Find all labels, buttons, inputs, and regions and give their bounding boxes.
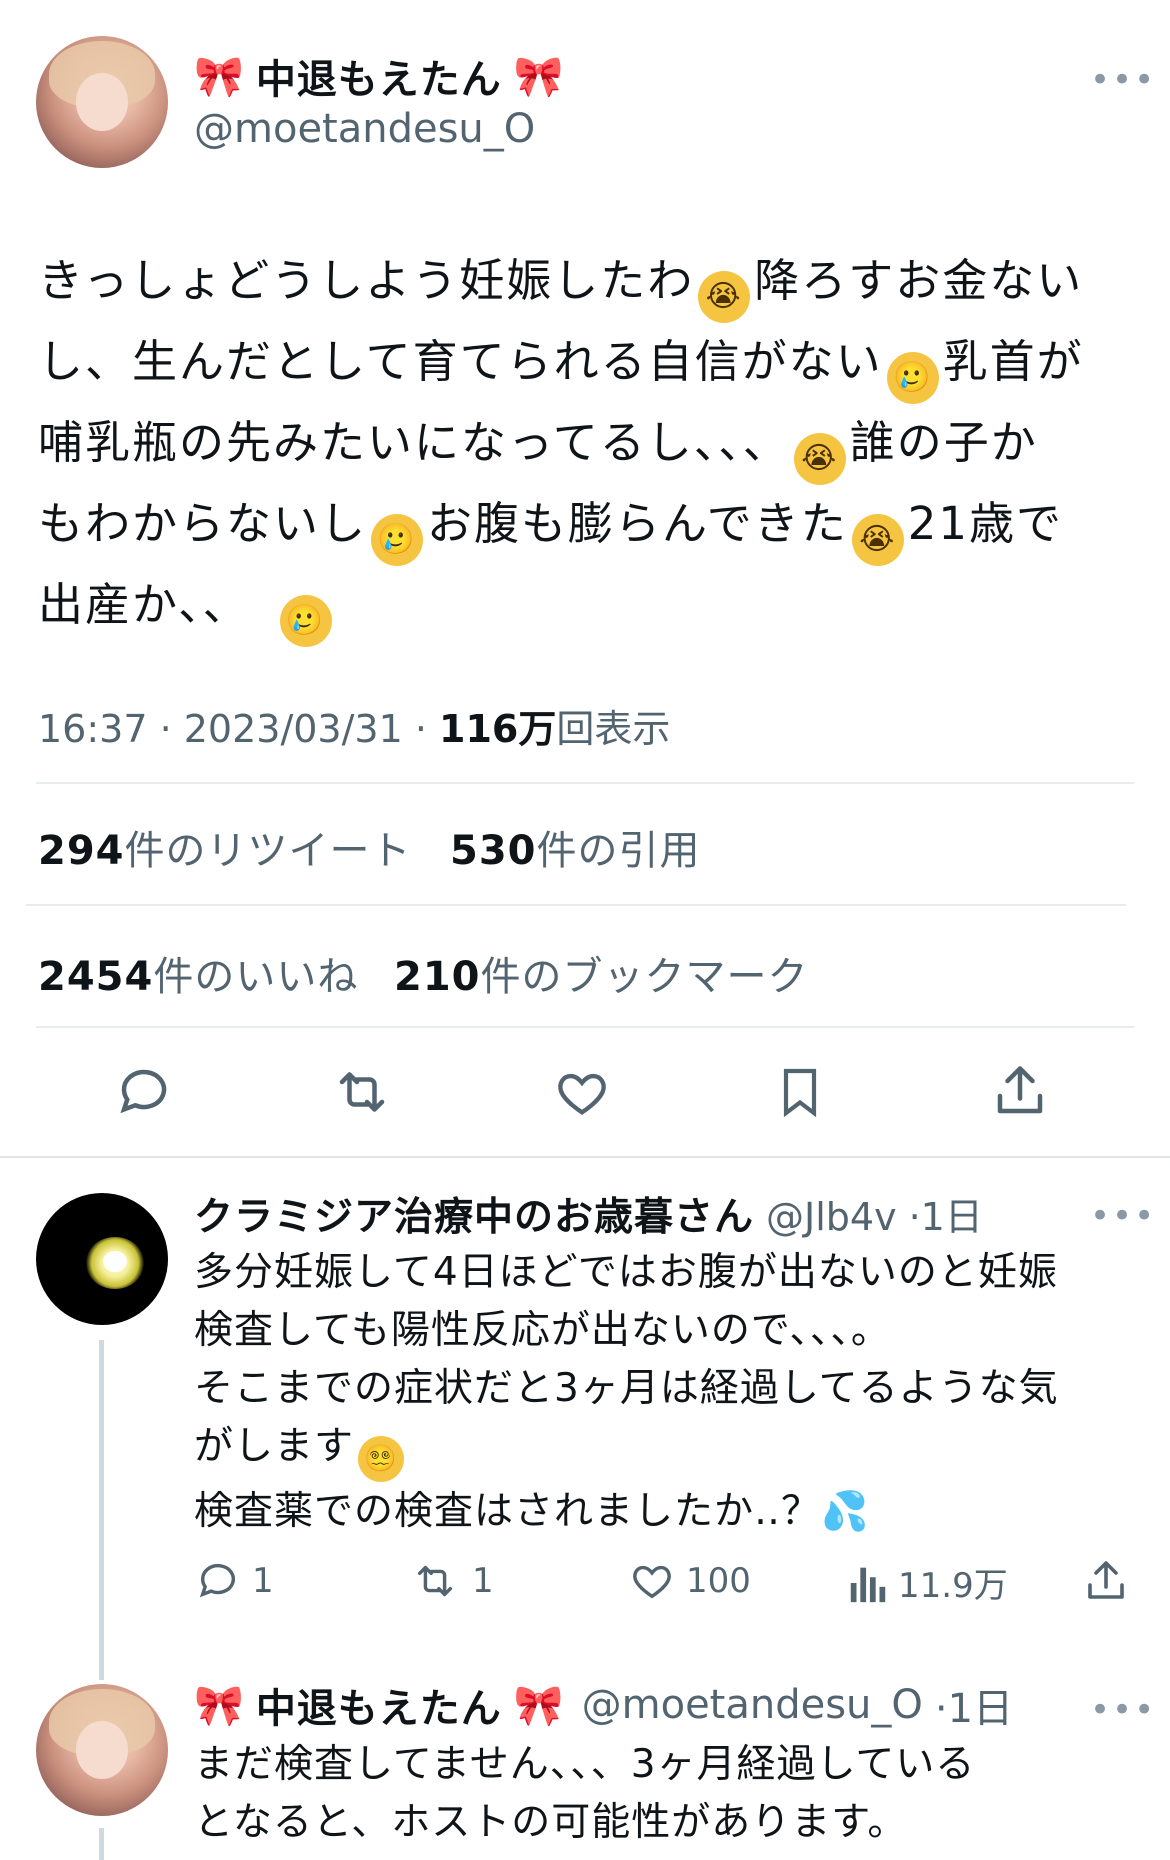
reply-count: 1 bbox=[252, 1561, 274, 1601]
reply2-time[interactable]: ·1日 bbox=[935, 1676, 1013, 1734]
ribbon-icon: 🎀 bbox=[513, 1682, 564, 1729]
holding-tears-emoji-icon: 🥲 bbox=[886, 352, 939, 404]
reply-line: 検査薬での検査はされましたか‥？💦 bbox=[194, 1489, 870, 1534]
reply-line: まだ検査してません、、、3ヶ月経過している bbox=[194, 1742, 976, 1787]
reply-icon bbox=[199, 1563, 236, 1598]
reply-retweet-button[interactable]: 1 bbox=[408, 1558, 494, 1604]
loud-crying-emoji-icon: 😭 bbox=[851, 514, 904, 566]
divider bbox=[36, 1026, 1134, 1028]
reply-reply-button[interactable]: 1 bbox=[194, 1558, 274, 1604]
tweet-line: もわからないし 🥲 お腹も膨らんできた 😭 21歳で bbox=[38, 485, 1138, 566]
tweet-line: 哺乳瓶の先みたいになってるし、、、 😭 誰の子か bbox=[38, 404, 1138, 485]
more-options-button[interactable]: ••• bbox=[1090, 1690, 1156, 1730]
author-name[interactable]: 中退もえたん bbox=[256, 47, 502, 105]
sweat-droplets-emoji-icon: 💦 bbox=[821, 1489, 870, 1533]
tweet-line: きっしょどうしよう妊娠したわ 😭 降ろすお金ない bbox=[38, 242, 1138, 323]
retweet-icon[interactable] bbox=[330, 1062, 394, 1122]
reply-line: がします 😵‍💫 bbox=[194, 1418, 1154, 1482]
author-name-row[interactable]: 🎀 中退もえたん 🎀 bbox=[194, 48, 564, 104]
section-divider bbox=[0, 1156, 1170, 1158]
reply-line: そこまでの症状だと3ヶ月は経過してるような気 bbox=[194, 1366, 1059, 1411]
more-options-button[interactable]: ••• bbox=[1090, 1196, 1156, 1236]
reply-body: 多分妊娠して4日ほどではお腹が出ないのと妊娠 検査しても陽性反応が出ないので、、… bbox=[194, 1244, 1154, 1541]
reply2-author-avatar[interactable] bbox=[36, 1684, 168, 1816]
like-icon[interactable] bbox=[552, 1064, 612, 1122]
timestamp-text[interactable]: 16:37 · 2023/03/31 · bbox=[38, 707, 439, 751]
bookmarks-stat[interactable]: 210件のブックマーク bbox=[394, 944, 809, 1002]
reply-share-button[interactable] bbox=[1082, 1556, 1130, 1606]
holding-tears-emoji-icon: 🥲 bbox=[279, 595, 332, 647]
reply2-author-handle[interactable]: @moetandesu_O bbox=[582, 1682, 923, 1728]
tweet-line: し、生んだとして育てられる自信がない 🥲 乳首が bbox=[38, 323, 1138, 404]
reply-author-avatar[interactable] bbox=[36, 1193, 168, 1325]
loud-crying-emoji-icon: 😭 bbox=[698, 271, 751, 323]
author-handle[interactable]: @moetandesu_O bbox=[194, 106, 535, 152]
reply-views-button[interactable]: 11.9万 bbox=[848, 1558, 1008, 1607]
views-label: 回表示 bbox=[556, 707, 671, 751]
reply-line: となると、ホストの可能性があります。 bbox=[194, 1800, 908, 1845]
share-icon[interactable] bbox=[990, 1060, 1050, 1122]
views-count: 11.9万 bbox=[898, 1566, 1008, 1606]
like-count: 100 bbox=[686, 1561, 751, 1601]
tweet-body: きっしょどうしよう妊娠したわ 😭 降ろすお金ない し、生んだとして育てられる自信がな… bbox=[38, 242, 1138, 647]
ribbon-icon: 🎀 bbox=[513, 53, 564, 100]
share-icon bbox=[1088, 1561, 1124, 1599]
dizzy-face-emoji-icon: 😵‍💫 bbox=[358, 1436, 405, 1482]
like-icon bbox=[633, 1565, 671, 1599]
ribbon-icon: 🎀 bbox=[194, 53, 244, 100]
reply2-body: まだ検査してません、、、3ヶ月経過している となると、ホストの可能性があります。 bbox=[194, 1736, 1154, 1852]
bookmark-icon[interactable] bbox=[772, 1060, 828, 1124]
loud-crying-emoji-icon: 😭 bbox=[793, 433, 846, 485]
retweet-count: 1 bbox=[472, 1561, 494, 1601]
views-count: 116万 bbox=[439, 707, 557, 751]
avatar-face bbox=[75, 72, 129, 132]
reply2-author-name[interactable]: 中退もえたん bbox=[256, 1676, 502, 1734]
reply-header: クラミジア治療中のお歳暮さん @Jlb4v ·1日 bbox=[194, 1186, 983, 1242]
reply-line: 検査しても陽性反応が出ないので、、、。 bbox=[194, 1308, 891, 1353]
reply-like-button[interactable]: 100 bbox=[628, 1558, 751, 1604]
tweet-line: 出産か、、 🥲 bbox=[38, 566, 1138, 647]
analytics-icon bbox=[850, 1567, 886, 1602]
reply-time[interactable]: ·1日 bbox=[909, 1186, 983, 1241]
holding-tears-emoji-icon: 🥲 bbox=[371, 514, 424, 566]
thread-line bbox=[99, 1340, 104, 1680]
more-options-button[interactable]: ••• bbox=[1090, 60, 1156, 100]
author-avatar[interactable] bbox=[36, 36, 168, 168]
divider bbox=[26, 904, 1126, 906]
reply-line: 多分妊娠して4日ほどではお腹が出ないのと妊娠 bbox=[194, 1250, 1058, 1295]
divider bbox=[36, 782, 1134, 784]
reply-author-name[interactable]: クラミジア治療中のお歳暮さん bbox=[194, 1186, 754, 1242]
avatar-face bbox=[75, 1720, 129, 1780]
thread-line bbox=[99, 1828, 104, 1860]
ribbon-icon: 🎀 bbox=[194, 1682, 244, 1729]
reply-icon[interactable] bbox=[114, 1062, 174, 1122]
reply-author-handle[interactable]: @Jlb4v bbox=[766, 1195, 897, 1239]
tweet-timestamp[interactable]: 16:37 · 2023/03/31 · 116万回表示 bbox=[38, 698, 670, 753]
retweet-icon bbox=[417, 1565, 453, 1597]
retweets-stat[interactable]: 294件のリツイート bbox=[38, 818, 412, 876]
reply2-header: 🎀 中退もえたん 🎀 @moetandesu_O ·1日 bbox=[194, 1676, 1013, 1734]
likes-stat[interactable]: 2454件のいいね bbox=[38, 944, 358, 1002]
quotes-stat[interactable]: 530件の引用 bbox=[450, 818, 701, 876]
